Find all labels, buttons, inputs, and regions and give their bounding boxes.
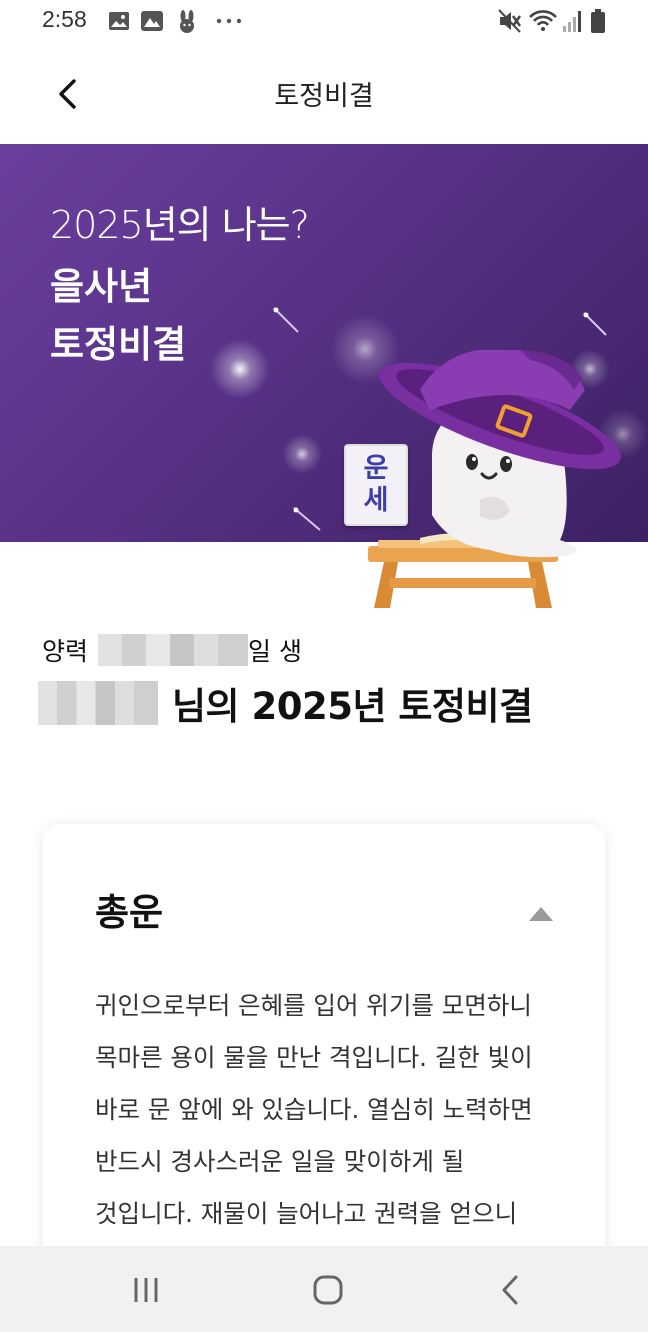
sparkle-glow: [282, 434, 322, 474]
sign-char2: 세: [363, 485, 389, 516]
page-title: 토정비결: [274, 81, 374, 112]
card-title: 총운: [95, 891, 164, 934]
more-icon: [216, 18, 242, 24]
status-time: 2:58: [42, 6, 87, 32]
result-title: 님의 2025년 토정비결: [38, 676, 533, 730]
image-icon: [109, 12, 129, 30]
caret-up-icon: [529, 907, 553, 921]
status-bar: 2:58: [0, 0, 648, 44]
recent-apps-button[interactable]: [116, 1266, 176, 1314]
sign-char1: 운: [363, 453, 389, 484]
photo-icon: [141, 11, 163, 31]
result-title-text: 님의 2025년 토정비결: [172, 685, 533, 728]
recent-apps-icon: [134, 1278, 158, 1302]
redacted-birthdate: [98, 634, 249, 666]
birth-date: 양력 일 생: [42, 632, 302, 668]
fortune-sign: 운 세: [344, 444, 408, 526]
shooting-star-icon: [293, 507, 321, 531]
banner-line3: 토정비결: [50, 323, 187, 366]
app-bar: 토정비결: [0, 44, 648, 144]
collapse-button[interactable]: [527, 904, 555, 924]
wifi-icon: [529, 10, 557, 31]
signal-icon: [563, 11, 581, 32]
birth-suffix: 일 생: [248, 637, 302, 666]
home-icon: [313, 1275, 343, 1305]
banner-line2: 을사년: [50, 265, 153, 308]
sparkle-glow: [210, 339, 270, 399]
redacted-name: [38, 681, 158, 725]
banner-line1: 2025년의 나는?: [50, 203, 310, 247]
home-button[interactable]: [298, 1266, 358, 1314]
battery-icon: [591, 9, 605, 33]
shooting-star-icon: [273, 307, 299, 333]
rabbit-icon: [180, 10, 194, 33]
system-back-button[interactable]: [480, 1266, 540, 1314]
system-nav-bar: [0, 1246, 648, 1332]
back-icon: [502, 1275, 518, 1305]
birth-prefix: 양력: [42, 637, 89, 666]
shooting-star-icon: [583, 312, 607, 336]
mute-icon: [498, 9, 521, 33]
